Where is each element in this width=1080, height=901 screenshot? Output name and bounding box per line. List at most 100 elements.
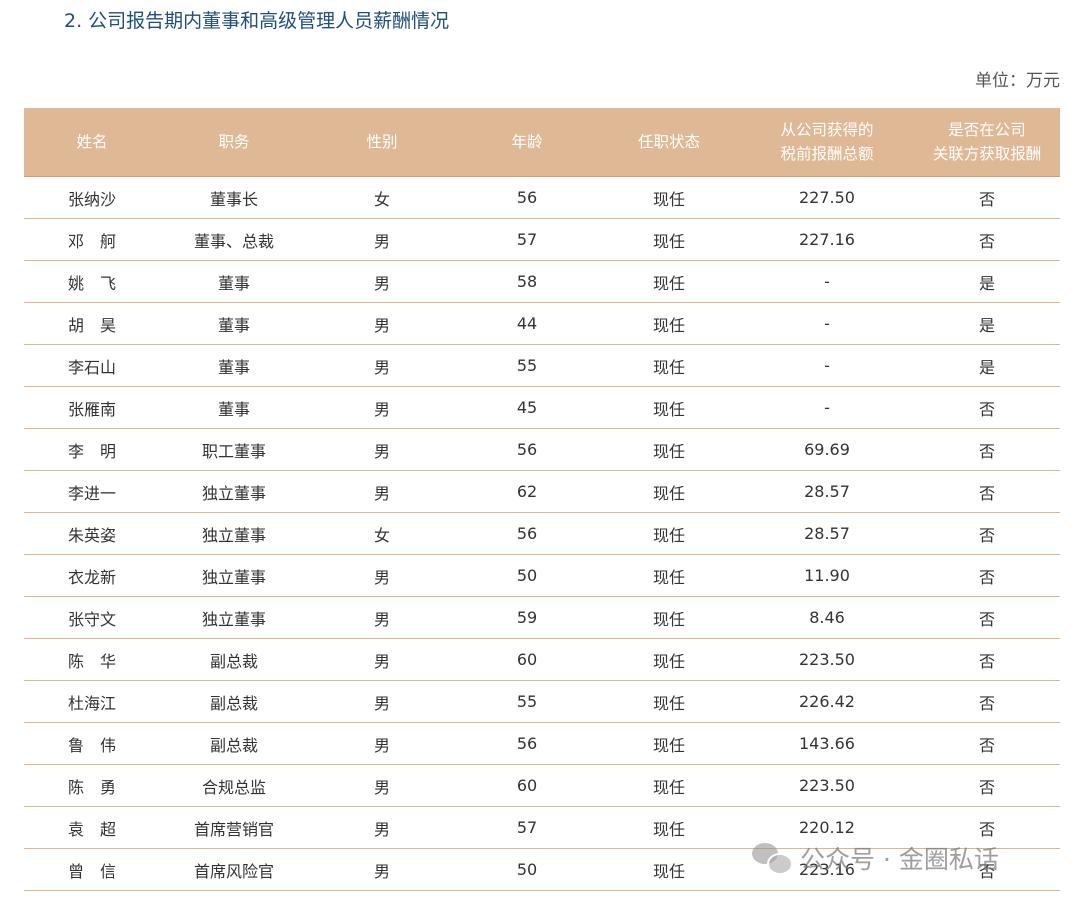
cell-position: 首席风险官 (160, 848, 308, 891)
cell-compensation: 8.46 (740, 596, 914, 639)
cell-status: 现任 (598, 302, 740, 345)
cell-position: 职工董事 (160, 428, 308, 471)
cell-name: 袁 超 (24, 806, 160, 849)
cell-related-party: 否 (914, 806, 1060, 849)
cell-related-party: 否 (914, 722, 1060, 765)
cell-status: 现任 (598, 470, 740, 513)
cell-age: 56 (456, 428, 598, 471)
cell-age: 50 (456, 848, 598, 891)
cell-age: 60 (456, 764, 598, 807)
table-header-row: 姓名 职务 性别 年龄 任职状态 从公司获得的 税前报酬总额 是否在公司 关联方获取… (24, 108, 1060, 177)
header-compensation: 从公司获得的 税前报酬总额 (740, 108, 914, 177)
cell-gender: 女 (308, 176, 456, 219)
cell-compensation: 227.50 (740, 176, 914, 219)
cell-age: 57 (456, 806, 598, 849)
cell-related-party: 是 (914, 260, 1060, 303)
cell-gender: 男 (308, 596, 456, 639)
cell-related-party: 否 (914, 176, 1060, 219)
cell-position: 独立董事 (160, 470, 308, 513)
cell-name: 陈 华 (24, 638, 160, 681)
cell-name: 张纳沙 (24, 176, 160, 219)
cell-name: 姚 飞 (24, 260, 160, 303)
table-row: 陈 华副总裁男 60 现任 223.50 否 (24, 638, 1060, 681)
cell-compensation: 223.16 (740, 848, 914, 891)
cell-compensation: 28.57 (740, 512, 914, 555)
cell-gender: 男 (308, 680, 456, 723)
cell-compensation: 69.69 (740, 428, 914, 471)
cell-position: 董事 (160, 386, 308, 429)
cell-related-party: 否 (914, 386, 1060, 429)
cell-related-party: 否 (914, 848, 1060, 891)
cell-compensation: 226.42 (740, 680, 914, 723)
cell-related-party: 否 (914, 428, 1060, 471)
cell-position: 董事、总裁 (160, 218, 308, 261)
cell-position: 董事长 (160, 176, 308, 219)
table-row: 李石山 董事男 55 现任 - 是 (24, 344, 1060, 387)
cell-compensation: - (740, 344, 914, 387)
cell-related-party: 否 (914, 596, 1060, 639)
cell-status: 现任 (598, 764, 740, 807)
cell-age: 56 (456, 722, 598, 765)
cell-gender: 男 (308, 218, 456, 261)
cell-status: 现任 (598, 218, 740, 261)
cell-compensation: 223.50 (740, 764, 914, 807)
cell-name: 李 明 (24, 428, 160, 471)
table-row: 邓 舸董事、总裁男 57 现任 227.16 否 (24, 218, 1060, 261)
cell-age: 56 (456, 512, 598, 555)
cell-position: 董事 (160, 260, 308, 303)
cell-age: 44 (456, 302, 598, 345)
cell-related-party: 否 (914, 218, 1060, 261)
cell-name: 李石山 (24, 344, 160, 387)
cell-status: 现任 (598, 176, 740, 219)
cell-age: 50 (456, 554, 598, 597)
table-row: 衣龙新 独立董事男 50 现任 11.90 否 (24, 554, 1060, 597)
table-row: 张雁南 董事男 45 现任 - 否 (24, 386, 1060, 429)
cell-position: 合规总监 (160, 764, 308, 807)
cell-status: 现任 (598, 386, 740, 429)
cell-name: 张雁南 (24, 386, 160, 429)
cell-name: 李进一 (24, 470, 160, 513)
table-row: 张纳沙 董事长女 56 现任 227.50 否 (24, 176, 1060, 219)
table-row: 曾 信首席风险官男 50 现任 223.16 否 (24, 848, 1060, 891)
cell-age: 45 (456, 386, 598, 429)
cell-age: 56 (456, 176, 598, 219)
table-row: 李进一 独立董事男 62 现任 28.57 否 (24, 470, 1060, 513)
cell-status: 现任 (598, 848, 740, 891)
cell-compensation: - (740, 302, 914, 345)
cell-age: 58 (456, 260, 598, 303)
cell-age: 55 (456, 680, 598, 723)
cell-gender: 男 (308, 428, 456, 471)
cell-status: 现任 (598, 806, 740, 849)
cell-name: 张守文 (24, 596, 160, 639)
table-row: 杜海江 副总裁男 55 现任 226.42 否 (24, 680, 1060, 723)
cell-name: 朱英姿 (24, 512, 160, 555)
cell-gender: 男 (308, 722, 456, 765)
cell-position: 副总裁 (160, 680, 308, 723)
cell-gender: 男 (308, 764, 456, 807)
table-row: 陈 勇合规总监男 60 现任 223.50 否 (24, 764, 1060, 807)
cell-related-party: 否 (914, 638, 1060, 681)
cell-name: 曾 信 (24, 848, 160, 891)
cell-compensation: 227.16 (740, 218, 914, 261)
cell-compensation: 220.12 (740, 806, 914, 849)
cell-gender: 男 (308, 260, 456, 303)
cell-position: 副总裁 (160, 638, 308, 681)
cell-age: 60 (456, 638, 598, 681)
cell-related-party: 否 (914, 512, 1060, 555)
cell-gender: 男 (308, 806, 456, 849)
cell-related-party: 是 (914, 302, 1060, 345)
cell-age: 55 (456, 344, 598, 387)
cell-compensation: 143.66 (740, 722, 914, 765)
cell-status: 现任 (598, 344, 740, 387)
cell-compensation: - (740, 386, 914, 429)
header-related-party: 是否在公司 关联方获取报酬 (914, 108, 1060, 177)
cell-position: 独立董事 (160, 554, 308, 597)
header-position: 职务 (160, 108, 308, 177)
header-age: 年龄 (456, 108, 598, 177)
cell-compensation: - (740, 260, 914, 303)
cell-related-party: 否 (914, 554, 1060, 597)
section-title: 2. 公司报告期内董事和高级管理人员薪酬情况 (64, 10, 450, 32)
cell-age: 57 (456, 218, 598, 261)
cell-status: 现任 (598, 722, 740, 765)
table-row: 袁 超首席营销官男 57 现任 220.12 否 (24, 806, 1060, 849)
